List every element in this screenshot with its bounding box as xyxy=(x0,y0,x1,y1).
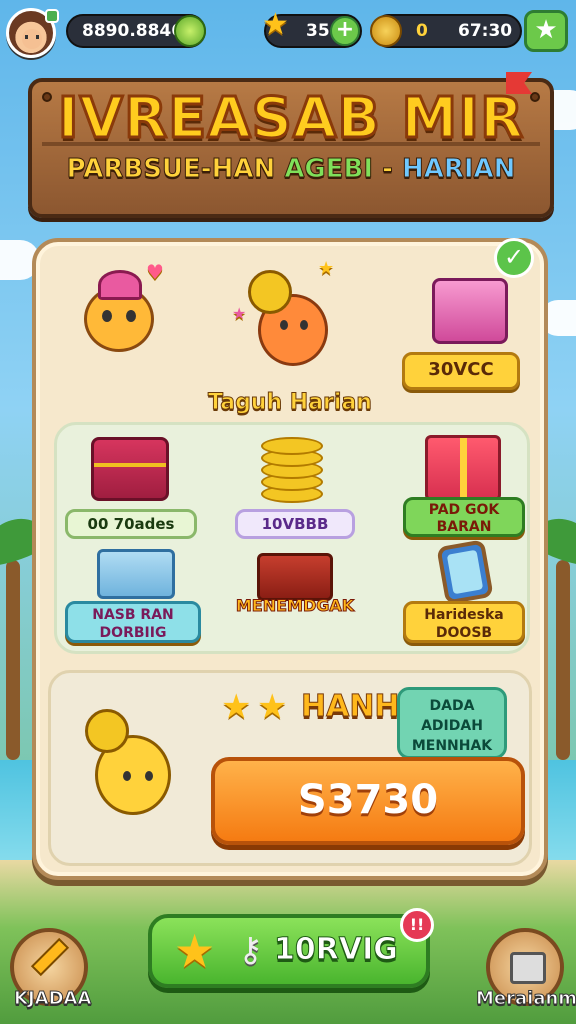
character-mascot[interactable] xyxy=(77,709,187,829)
gift-box-icon[interactable] xyxy=(425,435,501,501)
character-eye xyxy=(280,320,288,330)
subtitle-part-2: AGEBI xyxy=(284,154,374,185)
star-icon: ★ xyxy=(221,687,252,727)
reward-title: HANH xyxy=(301,689,401,725)
star-icon: ★ xyxy=(257,687,288,727)
palm-tree xyxy=(6,560,20,760)
key-icon: ⚷ xyxy=(238,930,263,970)
daily-tasks-panel: ✓ ♥ ★ ★ 30VCC Taguh Harian 00 70ades 10V… xyxy=(32,238,548,880)
subtitle-part-4: HARIAN xyxy=(401,154,516,185)
blue-crate-icon[interactable] xyxy=(97,549,175,599)
pink-gift-box[interactable] xyxy=(432,278,508,344)
mascot-eye xyxy=(145,771,153,781)
stars-pill: ★ 35 + xyxy=(262,10,362,48)
coins-timer-pill: 0 67:30 xyxy=(370,14,522,48)
character-eye xyxy=(300,320,308,330)
grid-item-2-label[interactable]: 10VBBB xyxy=(235,509,355,539)
stars-value: 35 xyxy=(306,21,330,41)
player-avatar[interactable] xyxy=(6,8,59,58)
character-coin-hero[interactable] xyxy=(236,264,346,384)
title-banner: IVREASAB MIR PARBSUE-HAN AGEBI - HARIAN xyxy=(28,72,554,218)
phone-icon[interactable] xyxy=(436,539,494,605)
subtitle-part-1: PARBSUE-HAN xyxy=(66,154,276,185)
palm-tree xyxy=(556,560,570,760)
reward-badge[interactable]: 30VCC xyxy=(402,352,520,390)
coin xyxy=(261,437,323,455)
grid-item-5-label: MENEMDGAK xyxy=(235,596,355,616)
avatar-badge xyxy=(45,9,59,23)
mascot-coin xyxy=(85,709,129,753)
grid-item-4-label[interactable]: NASB RAN DORBIIG xyxy=(65,601,201,643)
coin-stack-icon[interactable] xyxy=(261,435,331,505)
pencil-icon xyxy=(30,937,70,977)
character-hat xyxy=(98,270,142,300)
section-title: Taguh Harian xyxy=(208,390,373,416)
green-coin-icon[interactable] xyxy=(174,15,206,47)
claim-button[interactable]: S3730 xyxy=(211,757,525,845)
subtitle-part-3: - xyxy=(382,154,394,185)
top-bar: 8890.8846 ★ 35 + 0 67:30 ★ xyxy=(6,8,570,58)
favorites-button[interactable]: ★ xyxy=(524,10,568,52)
notification-badge: !! xyxy=(400,908,434,942)
coins-value: 0 xyxy=(416,21,428,41)
main-action-label: 10RVIG xyxy=(274,932,399,968)
grid-item-6-label[interactable]: Harideska DOOSB xyxy=(403,601,525,643)
sparkle-icon: ★ xyxy=(232,304,247,323)
currency-value: 8890.8846 xyxy=(82,21,184,41)
left-corner-label: KJADAA xyxy=(13,988,92,1010)
avatar-eyes xyxy=(25,35,39,39)
right-corner-label: Meraianm xyxy=(475,988,576,1010)
grid-item-1-label[interactable]: 00 70ades xyxy=(65,509,197,539)
info-box[interactable]: DADA ADIDAH MENNHAK xyxy=(397,687,507,759)
character-eye xyxy=(126,310,136,322)
sparkle-icon: ★ xyxy=(318,258,335,279)
daily-reward-section: ★ ★ HANH DADA ADIDAH MENNHAK S3730 xyxy=(48,670,532,866)
grid-item-3-label[interactable]: PAD GOK BARAN xyxy=(403,497,525,537)
character-eye xyxy=(102,310,112,322)
game-title: IVREASAB MIR xyxy=(56,85,525,153)
check-icon[interactable]: ✓ xyxy=(494,238,534,278)
add-stars-button[interactable]: + xyxy=(330,16,360,46)
reward-grid: 00 70ades 10VBBB PAD GOK BARAN NASB RAN … xyxy=(54,422,530,654)
star-icon: ★ xyxy=(262,7,289,42)
game-subtitle: PARBSUE-HAN AGEBI - HARIAN xyxy=(28,154,554,185)
currency-pill: 8890.8846 xyxy=(66,14,206,48)
timer-value: 67:30 xyxy=(458,21,513,41)
star-icon: ★ xyxy=(174,924,216,978)
star-icon: ★ xyxy=(534,15,558,45)
main-action-button[interactable]: ★ ⚷ 10RVIG !! xyxy=(148,908,434,988)
gold-coin-icon xyxy=(370,15,402,47)
avatar-face xyxy=(22,29,42,49)
box-icon xyxy=(510,952,546,984)
heart-icon: ♥ xyxy=(146,260,164,284)
character-coin xyxy=(248,270,292,314)
treasure-chest-icon[interactable] xyxy=(91,437,169,501)
mascot-eye xyxy=(123,771,131,781)
